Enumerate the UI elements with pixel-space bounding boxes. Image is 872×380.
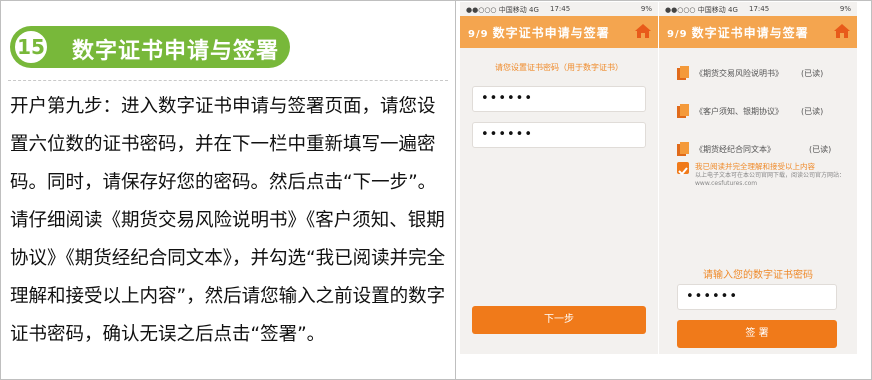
step-title: 数字证书申请与签署 <box>72 39 280 64</box>
read-status: (已读) <box>809 145 832 154</box>
nav-bar: 9/9 数字证书申请与签署 <box>659 16 857 48</box>
nav-bar: 9/9 数字证书申请与签署 <box>460 16 658 48</box>
page-indicator: 9/9 <box>667 29 688 40</box>
confirm-password-input[interactable]: •••••• <box>472 122 646 148</box>
document-icon <box>677 142 689 156</box>
password-prompt: 请输入您的数字证书密码 <box>703 270 813 281</box>
carrier-label: ●●○○○ 中国移动 4G <box>665 6 738 14</box>
document-name: 《期货交易风险说明书》 <box>695 69 783 78</box>
carrier-label: ●●○○○ 中国移动 4G <box>466 6 539 14</box>
checkmark-icon <box>678 167 688 176</box>
agree-label[interactable]: 我已阅读并完全理解和接受以上内容 <box>695 161 815 172</box>
document-icon <box>677 66 689 80</box>
nav-title-text: 数字证书申请与签署 <box>691 26 809 40</box>
column-divider <box>455 0 456 380</box>
certificate-password-input[interactable]: •••••• <box>677 284 837 310</box>
document-icon <box>677 104 689 118</box>
read-status: (已读) <box>801 107 824 116</box>
clock: 17:45 <box>550 5 571 13</box>
password-hint: 请您设置证书密码（用于数字证书） <box>495 63 623 72</box>
separator <box>8 80 448 81</box>
step-number: 15 <box>17 35 45 59</box>
status-bar: ●●○○○ 中国移动 4G 17:45 9% <box>659 2 857 16</box>
nav-title: 9/9 数字证书申请与签署 <box>667 24 809 41</box>
next-button[interactable]: 下一步 <box>472 306 646 334</box>
phone-screen-set-password: ●●○○○ 中国移动 4G 17:45 9% 9/9 数字证书申请与签署 请您设置… <box>460 2 658 354</box>
step-number-badge: 15 <box>12 28 50 66</box>
phone-screen-sign: ●●○○○ 中国移动 4G 17:45 9% 9/9 数字证书申请与签署 《期货交… <box>659 2 857 354</box>
password-input[interactable]: •••••• <box>472 86 646 112</box>
nav-title: 9/9 数字证书申请与签署 <box>468 24 610 41</box>
home-icon[interactable] <box>833 22 851 40</box>
agree-checkbox[interactable] <box>677 162 689 176</box>
clock: 17:45 <box>749 5 770 13</box>
page-indicator: 9/9 <box>468 29 489 40</box>
home-icon[interactable] <box>634 22 652 40</box>
battery-label: 9% <box>839 5 851 13</box>
status-bar: ●●○○○ 中国移动 4G 17:45 9% <box>460 2 658 16</box>
document-name: 《客户须知、银期协议》 <box>695 107 783 116</box>
sign-button[interactable]: 签 署 <box>677 320 837 348</box>
battery-label: 9% <box>640 5 652 13</box>
instruction-text: 开户第九步：进入数字证书申请与签署页面，请您设置六位数的证书密码，并在下一栏中重… <box>10 96 446 345</box>
document-name: 《期货经纪合同文本》 <box>695 145 775 154</box>
read-status: (已读) <box>801 69 824 78</box>
download-note: 以上电子文本可在本公司官网下载，阅读公司官方网站：www.cesfutures.… <box>695 172 846 187</box>
nav-title-text: 数字证书申请与签署 <box>492 26 610 40</box>
